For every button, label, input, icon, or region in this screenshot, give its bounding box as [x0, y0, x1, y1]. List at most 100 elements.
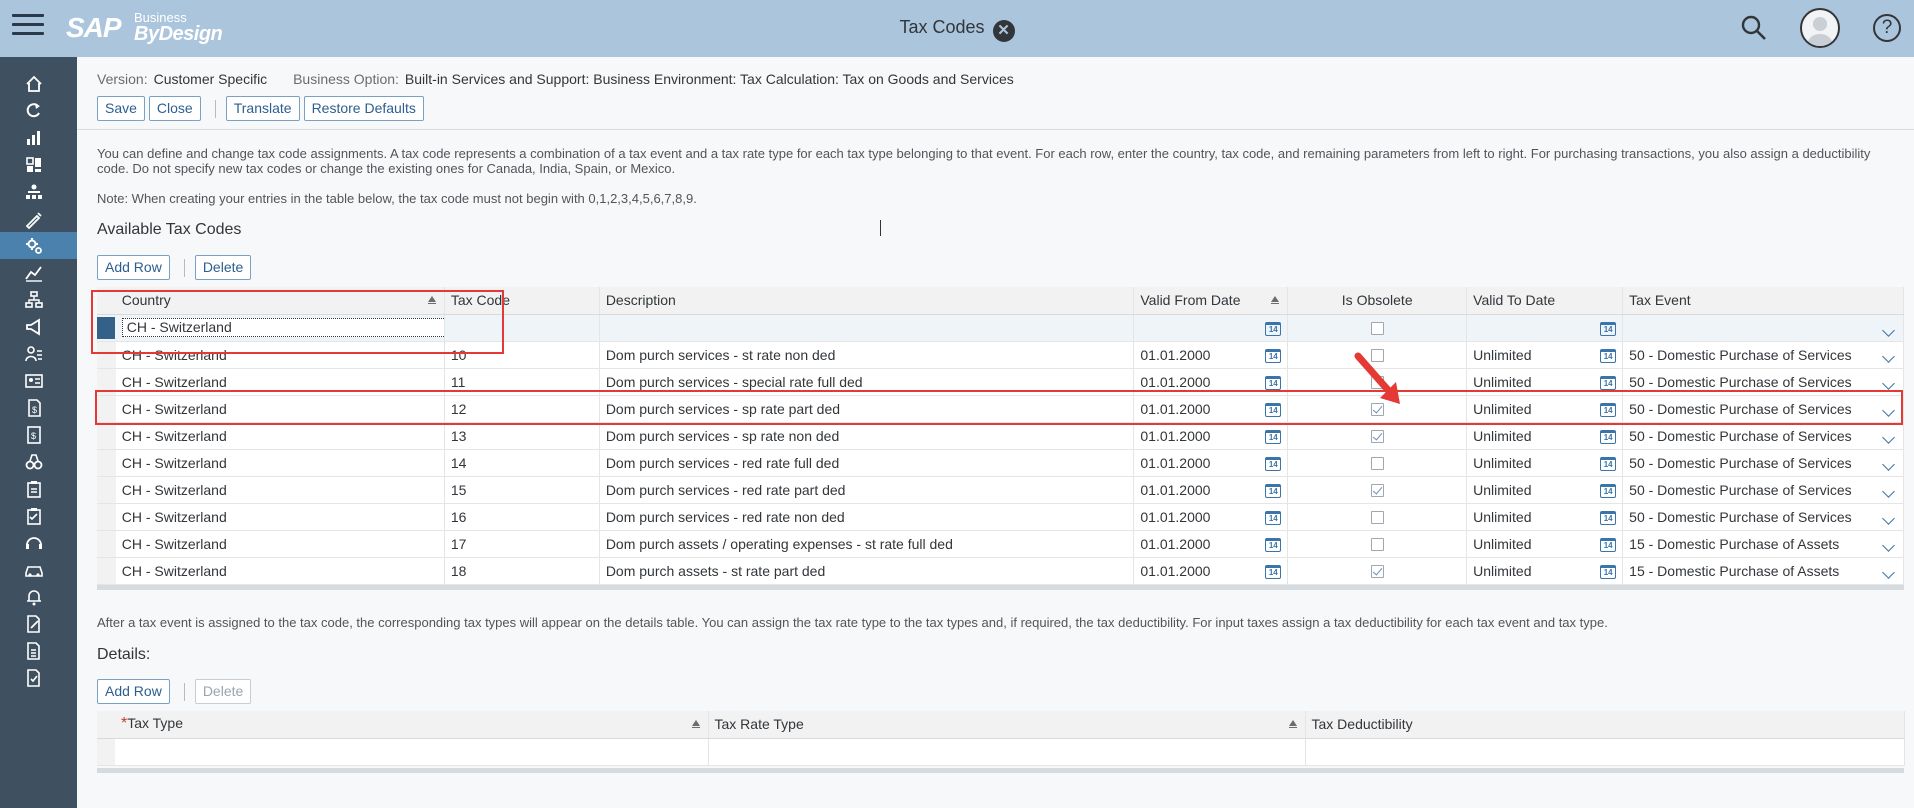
sidebar-item-binoculars[interactable]	[0, 448, 77, 475]
calendar-icon[interactable]: 14	[1265, 456, 1282, 471]
is-obsolete-checkbox[interactable]	[1370, 565, 1384, 579]
column-header-tax-rate-type[interactable]: Tax Rate Type	[708, 711, 1306, 739]
user-avatar[interactable]	[1800, 8, 1840, 48]
column-header-tax-deductibility[interactable]: Tax Deductibility	[1305, 711, 1905, 739]
row-selector[interactable]	[97, 503, 116, 531]
details-add-row-button[interactable]: Add Row	[97, 679, 170, 704]
chevron-down-icon[interactable]	[1882, 484, 1895, 498]
table-row[interactable]: CH - Switzerland 14 Dom purch services - r…	[97, 449, 1904, 477]
is-obsolete-checkbox[interactable]	[1370, 403, 1384, 417]
delete-button[interactable]: Delete	[194, 255, 252, 280]
calendar-icon[interactable]: 14	[1600, 321, 1617, 336]
table-row[interactable]: CH - Switzerland 17 Dom purch assets / ope…	[97, 530, 1904, 558]
sort-icon[interactable]	[691, 720, 700, 728]
sort-icon[interactable]	[427, 296, 436, 304]
is-obsolete-checkbox[interactable]	[1370, 511, 1384, 525]
row-selector[interactable]	[97, 341, 116, 369]
chevron-down-icon[interactable]	[1882, 430, 1895, 444]
calendar-icon[interactable]: 14	[1600, 537, 1617, 552]
close-button[interactable]: Close	[148, 96, 201, 121]
chevron-down-icon[interactable]	[1882, 323, 1895, 337]
horizontal-scrollbar[interactable]	[97, 585, 1904, 590]
calendar-icon[interactable]: 14	[1265, 483, 1282, 498]
calendar-icon[interactable]: 14	[1265, 537, 1282, 552]
row-selector[interactable]	[97, 449, 116, 477]
table-row[interactable]: CH - Switzerland 16 Dom purch services - r…	[97, 503, 1904, 531]
close-tab-icon[interactable]: ✕	[992, 20, 1015, 42]
column-header-tax-code[interactable]: Tax Code	[444, 287, 600, 315]
tax-code-cell[interactable]	[444, 314, 600, 342]
tax-rate-type-cell[interactable]	[708, 738, 1306, 766]
sidebar-item-bell[interactable]	[0, 583, 77, 610]
row-selector[interactable]	[97, 738, 115, 766]
add-row-button[interactable]: Add Row	[97, 255, 170, 280]
new-entry-row[interactable]: CH - Switzerland 14 14	[97, 314, 1904, 342]
calendar-icon[interactable]: 14	[1600, 510, 1617, 525]
is-obsolete-checkbox[interactable]	[1370, 376, 1384, 390]
sidebar-item-refresh[interactable]	[0, 97, 77, 124]
calendar-icon[interactable]: 14	[1265, 348, 1282, 363]
is-obsolete-checkbox[interactable]	[1370, 484, 1384, 498]
calendar-icon[interactable]: 14	[1600, 375, 1617, 390]
sidebar-item-hierarchy[interactable]	[0, 286, 77, 313]
column-header-tax-type[interactable]: *Tax Type	[115, 711, 709, 739]
calendar-icon[interactable]: 14	[1600, 429, 1617, 444]
valid-from-cell[interactable]: 14	[1133, 314, 1289, 342]
sidebar-item-expense[interactable]	[0, 664, 77, 691]
row-selector[interactable]	[97, 476, 116, 504]
is-obsolete-checkbox[interactable]	[1370, 457, 1384, 471]
sidebar-item-checklist[interactable]	[0, 502, 77, 529]
calendar-icon[interactable]: 14	[1600, 483, 1617, 498]
sidebar-item-edit-tools[interactable]	[0, 205, 77, 232]
is-obsolete-checkbox[interactable]	[1370, 538, 1384, 552]
table-row[interactable]: CH - Switzerland 18 Dom purch assets - st …	[97, 557, 1904, 585]
restore-defaults-button[interactable]: Restore Defaults	[303, 96, 424, 121]
tax-event-cell[interactable]	[1622, 314, 1904, 342]
chevron-down-icon[interactable]	[1882, 565, 1895, 579]
description-cell[interactable]	[599, 314, 1135, 342]
sidebar-item-car[interactable]	[0, 556, 77, 583]
details-horizontal-scrollbar[interactable]	[97, 768, 1904, 773]
sidebar-item-bar-chart[interactable]	[0, 124, 77, 151]
sidebar-item-settings[interactable]	[0, 232, 77, 259]
sidebar-item-document-money[interactable]: $	[0, 394, 77, 421]
tax-deductibility-cell[interactable]	[1305, 738, 1905, 766]
calendar-icon[interactable]: 14	[1265, 375, 1282, 390]
chevron-down-icon[interactable]	[1882, 538, 1895, 552]
is-obsolete-checkbox[interactable]	[1370, 322, 1384, 336]
table-row[interactable]: CH - Switzerland 12 Dom purch services - s…	[97, 395, 1904, 423]
sidebar-item-id-card[interactable]	[0, 367, 77, 394]
calendar-icon[interactable]: 14	[1265, 429, 1282, 444]
tax-type-cell[interactable]	[115, 738, 709, 766]
calendar-icon[interactable]: 14	[1600, 564, 1617, 579]
calendar-icon[interactable]: 14	[1600, 348, 1617, 363]
sidebar-item-line-chart[interactable]	[0, 259, 77, 286]
column-header-country[interactable]: Country	[115, 287, 445, 315]
sidebar-item-home[interactable]	[0, 70, 77, 97]
chevron-down-icon[interactable]	[1882, 376, 1895, 390]
translate-button[interactable]: Translate	[225, 96, 300, 121]
sidebar-item-megaphone[interactable]	[0, 313, 77, 340]
sidebar-item-invoice[interactable]: $	[0, 421, 77, 448]
sap-logo[interactable]: SAP Business ByDesign	[66, 11, 223, 45]
table-row[interactable]: CH - Switzerland 13 Dom purch services - s…	[97, 422, 1904, 450]
sidebar-item-document-edit[interactable]	[0, 610, 77, 637]
row-selector-selected[interactable]	[97, 314, 116, 342]
is-obsolete-checkbox[interactable]	[1370, 430, 1384, 444]
menu-icon[interactable]	[12, 14, 44, 40]
sort-icon[interactable]	[1288, 720, 1297, 728]
calendar-icon[interactable]: 14	[1600, 456, 1617, 471]
search-icon[interactable]	[1740, 14, 1768, 42]
valid-to-cell[interactable]: 14	[1466, 314, 1624, 342]
calendar-icon[interactable]: 14	[1265, 321, 1282, 336]
country-dropdown[interactable]: CH - Switzerland	[121, 318, 444, 337]
row-selector[interactable]	[97, 422, 116, 450]
sidebar-item-clipboard[interactable]	[0, 475, 77, 502]
chevron-down-icon[interactable]	[1882, 403, 1895, 417]
column-header-valid-to[interactable]: Valid To Date	[1466, 287, 1624, 315]
row-selector[interactable]	[97, 395, 116, 423]
row-selector[interactable]	[97, 557, 116, 585]
sidebar-item-person-list[interactable]	[0, 340, 77, 367]
calendar-icon[interactable]: 14	[1265, 510, 1282, 525]
row-selector[interactable]	[97, 530, 116, 558]
